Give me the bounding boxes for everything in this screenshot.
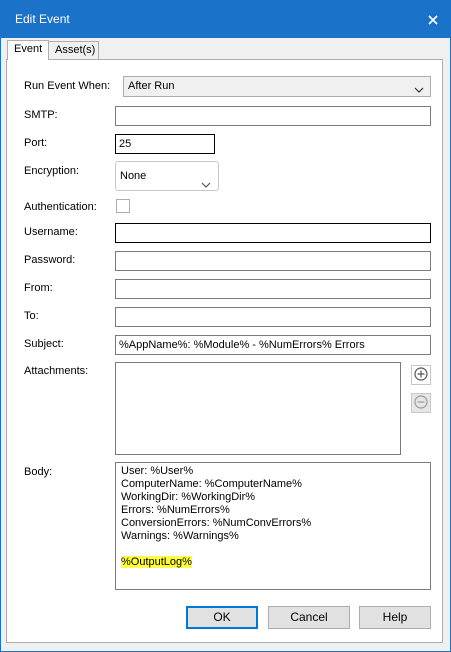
body-line: WorkingDir: %WorkingDir%: [121, 491, 256, 503]
plus-circle-icon: [414, 366, 428, 384]
body-label: Body:: [24, 466, 53, 478]
subject-input[interactable]: %AppName%: %Module% - %NumErrors% Errors: [115, 335, 431, 355]
output-log-highlight: %OutputLog%: [121, 556, 192, 568]
minus-circle-icon: [414, 394, 428, 412]
body-line: Warnings: %Warnings%: [121, 530, 239, 542]
tab-assets[interactable]: Asset(s): [48, 41, 99, 59]
add-attachment-button[interactable]: [411, 365, 431, 385]
smtp-label: SMTP:: [24, 109, 58, 121]
ok-button[interactable]: OK: [186, 606, 258, 629]
edit-event-dialog: Edit Event Event Asset(s) Run Event When…: [0, 0, 451, 652]
username-input[interactable]: [115, 223, 431, 243]
authentication-checkbox[interactable]: [116, 199, 130, 213]
attachments-label: Attachments:: [24, 365, 89, 377]
username-label: Username:: [24, 226, 78, 238]
encryption-value: None: [120, 170, 147, 182]
title-bar: Edit Event: [1, 1, 450, 38]
from-label: From:: [24, 282, 53, 294]
body-blank-line: [121, 543, 425, 556]
close-icon[interactable]: [416, 1, 450, 38]
chevron-down-icon: [414, 82, 424, 101]
attachments-list[interactable]: [115, 362, 401, 455]
encryption-label: Encryption:: [24, 165, 80, 177]
remove-attachment-button[interactable]: [411, 393, 431, 413]
encryption-select[interactable]: None: [115, 161, 219, 191]
password-input[interactable]: [115, 251, 431, 271]
port-input[interactable]: 25: [115, 134, 215, 154]
body-line: ConversionErrors: %NumConvErrors%: [121, 517, 312, 529]
chevron-down-icon: [201, 172, 211, 200]
body-textarea[interactable]: User: %User% ComputerName: %ComputerName…: [115, 462, 431, 590]
run-event-when-label: Run Event When:: [24, 80, 111, 92]
run-event-when-select[interactable]: After Run: [123, 76, 431, 97]
help-button[interactable]: Help: [359, 606, 431, 629]
port-label: Port:: [24, 137, 48, 149]
subject-label: Subject:: [24, 338, 64, 350]
from-input[interactable]: [115, 279, 431, 299]
dialog-title: Edit Event: [15, 12, 70, 26]
run-event-when-value: After Run: [128, 80, 175, 92]
to-input[interactable]: [115, 307, 431, 327]
smtp-input[interactable]: [115, 106, 431, 126]
body-line: ComputerName: %ComputerName%: [121, 478, 302, 490]
body-line: Errors: %NumErrors%: [121, 504, 230, 516]
body-line: User: %User%: [121, 465, 194, 477]
tab-event[interactable]: Event: [7, 40, 49, 60]
body-line-highlighted: %OutputLog%: [121, 556, 425, 569]
password-label: Password:: [24, 254, 76, 266]
authentication-label: Authentication:: [24, 201, 97, 213]
to-label: To:: [24, 310, 39, 322]
cancel-button[interactable]: Cancel: [268, 606, 350, 629]
